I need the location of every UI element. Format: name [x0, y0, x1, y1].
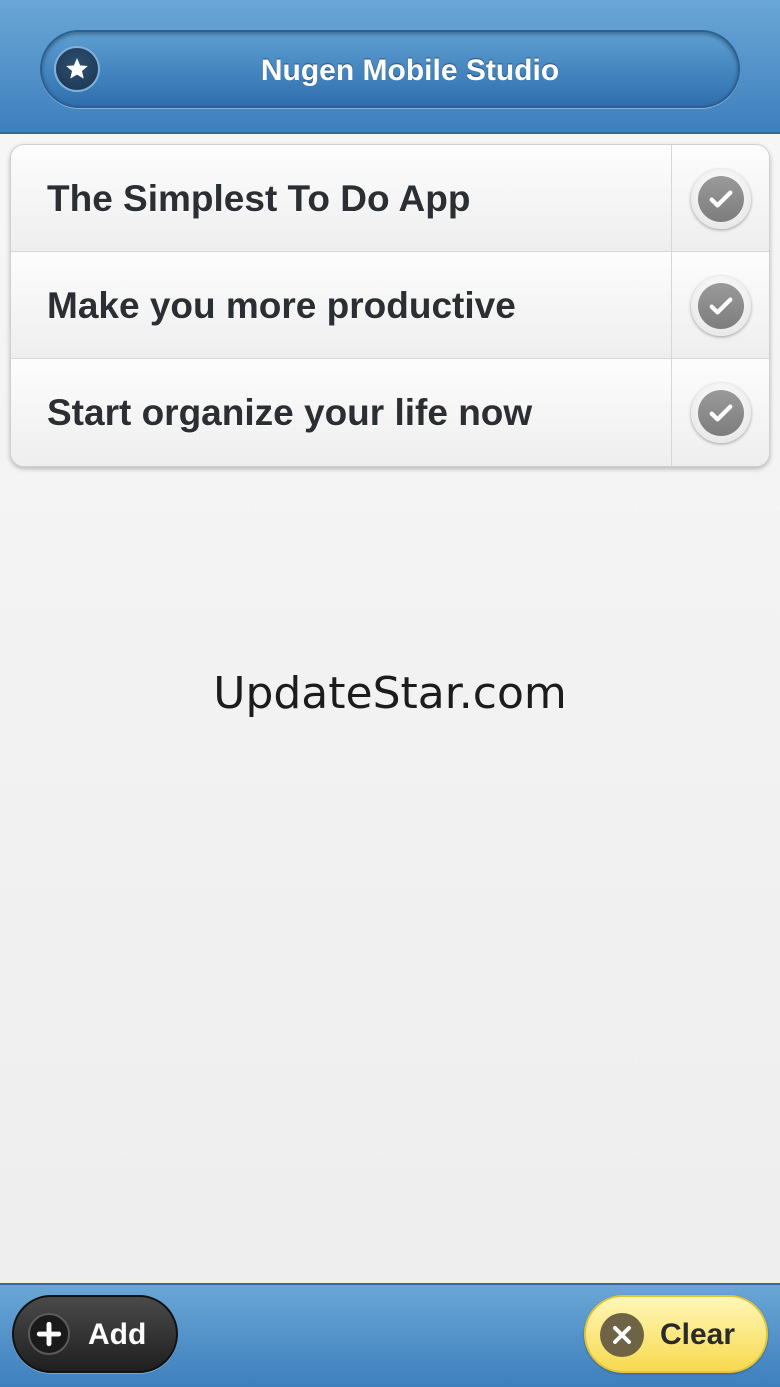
- todo-list: The Simplest To Do App Make you more pro…: [10, 144, 770, 467]
- list-item-label: Start organize your life now: [47, 392, 533, 433]
- check-button-circle: [690, 275, 751, 336]
- check-icon: [709, 403, 732, 422]
- footer-toolbar: Add Clear: [0, 1283, 780, 1387]
- list-item[interactable]: Make you more productive: [11, 252, 769, 359]
- check-button-inner: [697, 175, 744, 222]
- list-item[interactable]: The Simplest To Do App: [11, 145, 769, 252]
- add-icon-wrap: [28, 1313, 70, 1355]
- list-item-label: Make you more productive: [47, 285, 516, 326]
- close-icon: [613, 1326, 631, 1344]
- add-button[interactable]: Add: [12, 1295, 178, 1373]
- clear-button[interactable]: Clear: [584, 1295, 768, 1373]
- check-button[interactable]: [671, 252, 769, 359]
- header-bar: Nugen Mobile Studio: [0, 0, 780, 134]
- clear-icon-wrap: [600, 1313, 644, 1357]
- plus-icon: [36, 1321, 62, 1347]
- add-button-label: Add: [88, 1318, 147, 1351]
- check-button-circle: [690, 382, 751, 443]
- check-icon: [709, 296, 732, 315]
- check-button-inner: [697, 282, 744, 329]
- list-item-label: The Simplest To Do App: [47, 178, 471, 219]
- check-button[interactable]: [671, 359, 769, 466]
- clear-button-label: Clear: [660, 1318, 736, 1351]
- check-button-inner: [697, 389, 744, 436]
- check-button-circle: [690, 168, 751, 229]
- list-item[interactable]: Start organize your life now: [11, 359, 769, 466]
- watermark-text: UpdateStar.com: [213, 668, 567, 719]
- title-pill: Nugen Mobile Studio: [40, 30, 740, 108]
- check-icon: [709, 189, 732, 208]
- check-button[interactable]: [671, 145, 769, 252]
- page-title: Nugen Mobile Studio: [260, 54, 560, 87]
